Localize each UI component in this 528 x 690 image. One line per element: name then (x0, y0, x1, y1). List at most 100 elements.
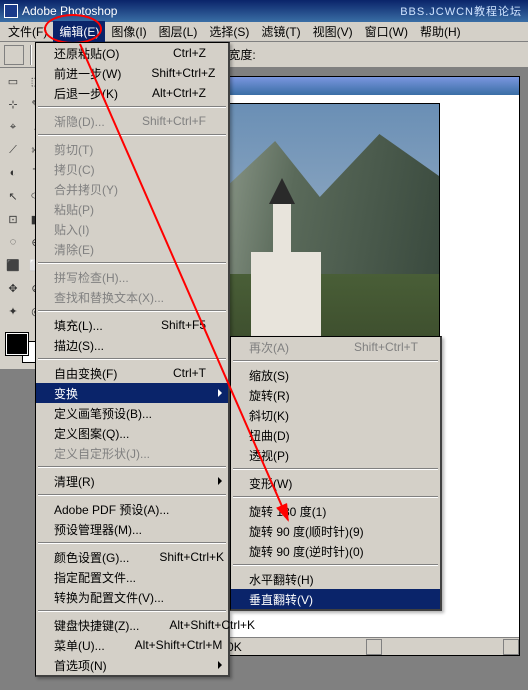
menu-item[interactable]: 旋转 90 度(逆时针)(0) (231, 541, 440, 561)
menu-shortcut: Alt+Shift+Ctrl+K (139, 618, 255, 632)
menu-item-label: 转换为配置文件(V)... (54, 589, 164, 606)
menu-1[interactable]: 编辑(E) (53, 21, 105, 42)
menu-item-label: 预设管理器(M)... (54, 521, 142, 538)
menu-separator (38, 610, 226, 612)
menu-item-label: 透视(P) (249, 447, 289, 464)
width-label: 宽度: (228, 46, 255, 63)
tool-18[interactable]: ✥ (2, 277, 24, 299)
menu-8[interactable]: 帮助(H) (414, 21, 467, 42)
menu-item[interactable]: 转换为配置文件(V)... (36, 587, 228, 607)
menu-item[interactable]: 颜色设置(G)...Shift+Ctrl+K (36, 547, 228, 567)
menu-item: 清除(E) (36, 239, 228, 259)
menu-item-label: 清理(R) (54, 473, 95, 490)
menu-item[interactable]: 还原粘贴(O) Ctrl+Z (36, 43, 228, 63)
menu-4[interactable]: 选择(S) (203, 21, 255, 42)
menu-5[interactable]: 滤镜(T) (255, 21, 306, 42)
menu-item: 再次(A)Shift+Ctrl+T (231, 337, 440, 357)
menu-item[interactable]: 菜单(U)...Alt+Shift+Ctrl+M (36, 635, 228, 655)
tool-0[interactable]: ▭ (2, 70, 24, 92)
menu-shortcut: Alt+Ctrl+Z (122, 86, 206, 100)
menu-item[interactable]: 预设管理器(M)... (36, 519, 228, 539)
menu-shortcut: Shift+Ctrl+F (112, 114, 206, 128)
tool-14[interactable]: ◌ (2, 231, 24, 253)
scroll-left-icon[interactable] (366, 639, 382, 655)
menu-item: 合并拷贝(Y) (36, 179, 228, 199)
menu-item-label: 定义自定形状(J)... (54, 445, 150, 462)
menu-item[interactable]: 自由变换(F)Ctrl+T (36, 363, 228, 383)
menu-item-label: 斜切(K) (249, 407, 289, 424)
app-title: Adobe Photoshop (22, 4, 117, 18)
menu-item-label: 变换 (54, 385, 78, 402)
menu-item[interactable]: Adobe PDF 预设(A)... (36, 499, 228, 519)
menu-item[interactable]: 旋转 90 度(顺时针)(9) (231, 521, 440, 541)
menu-item[interactable]: 垂直翻转(V) (231, 589, 440, 609)
menu-separator (38, 542, 226, 544)
menu-item: 定义自定形状(J)... (36, 443, 228, 463)
menu-item[interactable]: 填充(L)...Shift+F5 (36, 315, 228, 335)
menu-item[interactable]: 旋转 180 度(1) (231, 501, 440, 521)
menu-item-label: 定义画笔预设(B)... (54, 405, 152, 422)
menu-item: 拷贝(C) (36, 159, 228, 179)
menu-item-label: 旋转 90 度(顺时针)(9) (249, 523, 364, 540)
menu-separator (38, 106, 226, 108)
church (251, 252, 321, 342)
menu-2[interactable]: 图像(I) (105, 21, 152, 42)
menu-item[interactable]: 后退一步(K) Alt+Ctrl+Z (36, 83, 228, 103)
titlebar: Adobe Photoshop BBS.JCWCN教程论坛 (0, 0, 528, 22)
menu-item[interactable]: 旋转(R) (231, 385, 440, 405)
tool-10[interactable]: ↖ (2, 185, 24, 207)
menu-item-label: 缩放(S) (249, 367, 289, 384)
menu-separator (38, 134, 226, 136)
menu-item-label: 查找和替换文本(X)... (54, 289, 164, 306)
menu-shortcut: Shift+Ctrl+Z (121, 66, 215, 80)
menu-item-label: 扭曲(D) (249, 427, 290, 444)
menu-item[interactable]: 扭曲(D) (231, 425, 440, 445)
menu-item[interactable]: 前进一步(W)Shift+Ctrl+Z (36, 63, 228, 83)
edit-menu: 还原粘贴(O)Ctrl+Z前进一步(W)Shift+Ctrl+Z后退一步(K)A… (35, 42, 230, 677)
tool-8[interactable]: ◐ (2, 162, 24, 184)
menu-item-label: 还原粘贴(O) (54, 45, 119, 62)
tool-2[interactable]: ⊹ (2, 93, 24, 115)
tool-20[interactable]: ✦ (2, 300, 24, 322)
menu-shortcut: Ctrl+Z (143, 46, 206, 60)
menu-0[interactable]: 文件(F) (2, 21, 53, 42)
menu-item-label: 描边(S)... (54, 337, 104, 354)
tool-16[interactable]: ⬛ (2, 254, 24, 276)
menu-3[interactable]: 图层(L) (153, 21, 204, 42)
menu-item[interactable]: 缩放(S) (231, 365, 440, 385)
menu-item-label: 水平翻转(H) (249, 571, 314, 588)
menu-item-label: 拼写检查(H)... (54, 269, 129, 286)
tool-6[interactable]: ⟋ (2, 139, 24, 161)
menu-item[interactable]: 描边(S)... (36, 335, 228, 355)
menu-item-label: 首选项(N) (54, 657, 107, 674)
menu-item-label: 定义图案(Q)... (54, 425, 129, 442)
menu-separator (38, 466, 226, 468)
menu-item[interactable]: 首选项(N) (36, 655, 228, 675)
menu-item-label: 前进一步(W) (54, 65, 121, 82)
menu-item[interactable]: 变形(W) (231, 473, 440, 493)
menu-separator (38, 494, 226, 496)
menu-item-label: 剪切(T) (54, 141, 93, 158)
tool-4[interactable]: ⌖ (2, 116, 24, 138)
menu-item[interactable]: 水平翻转(H) (231, 569, 440, 589)
menu-item-label: 旋转 180 度(1) (249, 503, 326, 520)
menu-shortcut: Alt+Shift+Ctrl+M (105, 638, 223, 652)
fg-color[interactable] (6, 333, 28, 355)
menu-item-label: 合并拷贝(Y) (54, 181, 118, 198)
tool-12[interactable]: ⊡ (2, 208, 24, 230)
menu-item[interactable]: 透视(P) (231, 445, 440, 465)
menu-item[interactable]: 定义画笔预设(B)... (36, 403, 228, 423)
menu-shortcut: Shift+Ctrl+T (324, 340, 418, 354)
menu-item[interactable]: 变换 (36, 383, 228, 403)
menu-separator (233, 468, 438, 470)
menu-item[interactable]: 清理(R) (36, 471, 228, 491)
menu-item[interactable]: 斜切(K) (231, 405, 440, 425)
menu-item[interactable]: 定义图案(Q)... (36, 423, 228, 443)
marquee-tool-icon[interactable] (4, 45, 24, 65)
menu-item[interactable]: 指定配置文件... (36, 567, 228, 587)
menu-6[interactable]: 视图(V) (307, 21, 359, 42)
menu-7[interactable]: 窗口(W) (359, 21, 414, 42)
menu-item[interactable]: 键盘快捷键(Z)...Alt+Shift+Ctrl+K (36, 615, 228, 635)
scroll-right-icon[interactable] (503, 639, 519, 655)
menu-item-label: 后退一步(K) (54, 85, 118, 102)
